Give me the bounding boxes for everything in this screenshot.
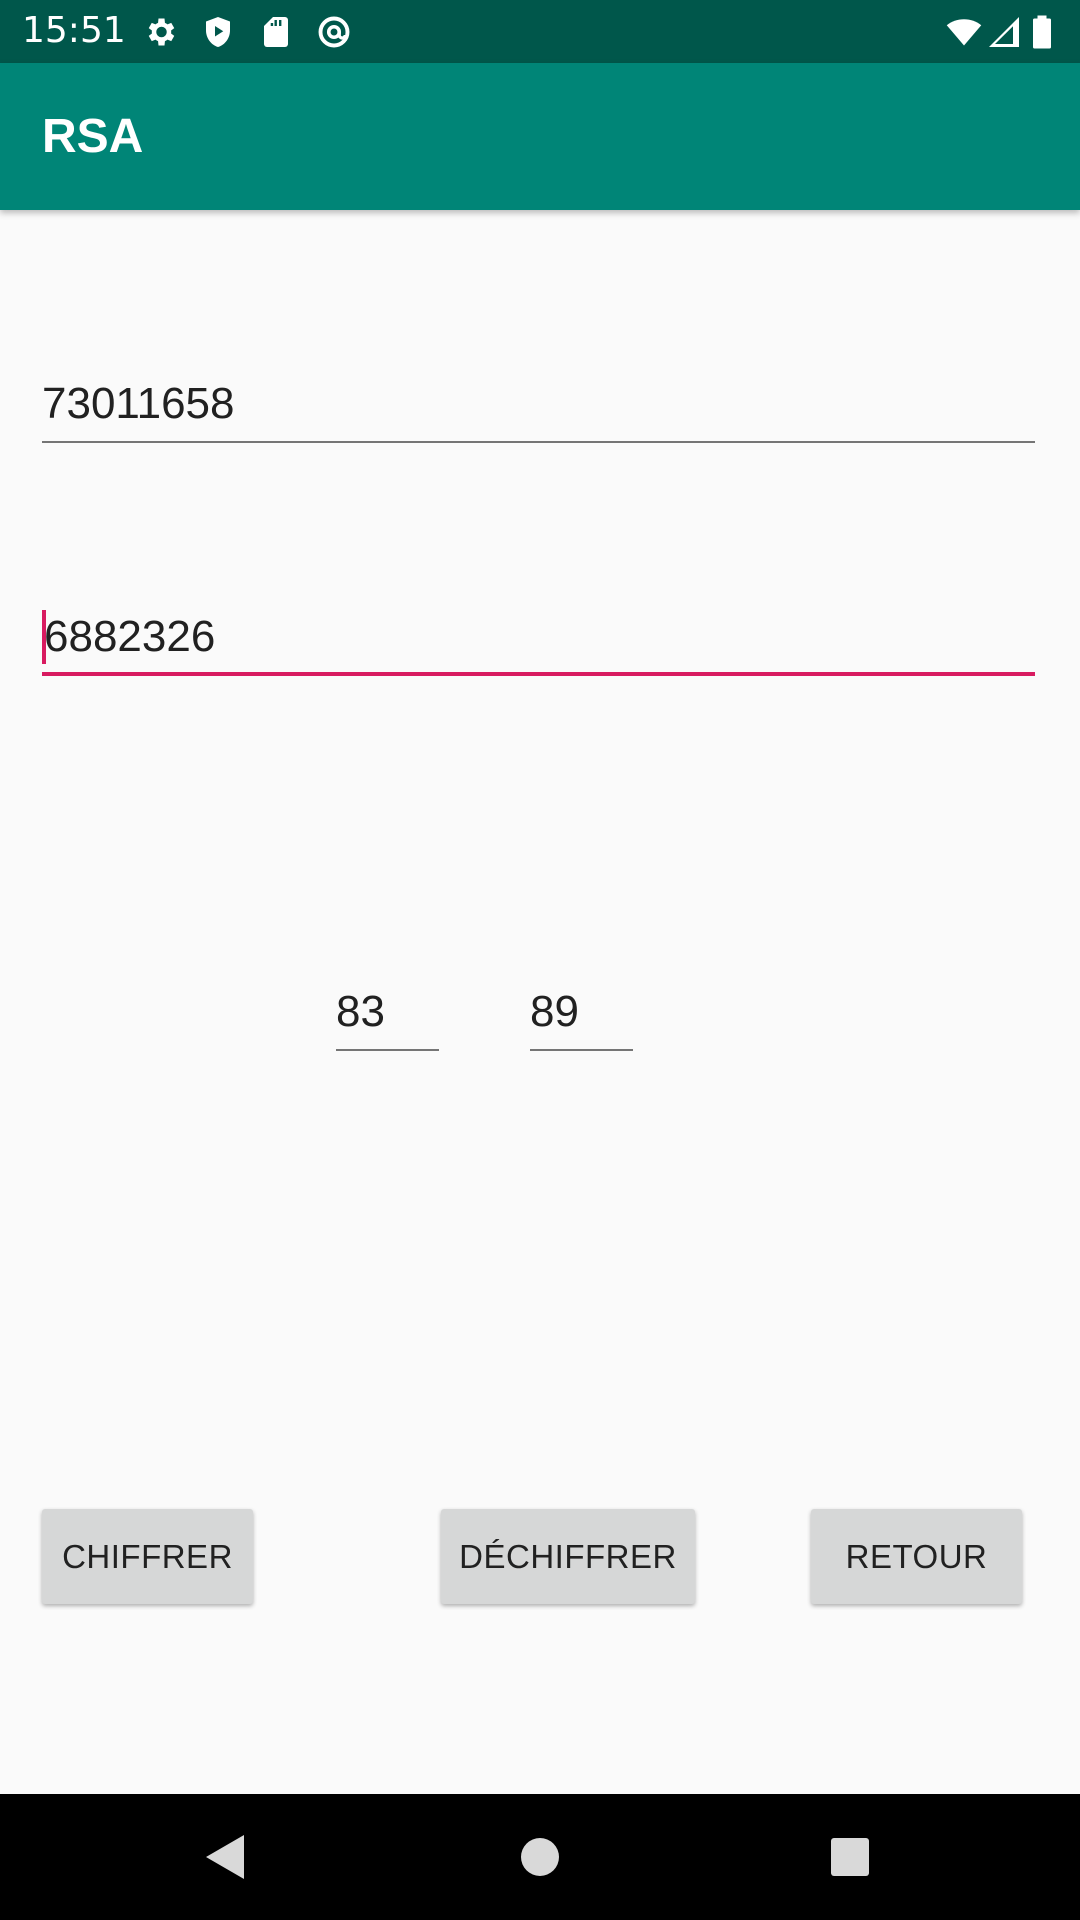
shield-play-icon [200,14,236,50]
field-3-underline [336,1049,439,1051]
decrypt-button[interactable]: DÉCHIFFRER [441,1509,695,1604]
field-3-value: 83 [336,987,385,1036]
back-triangle-icon[interactable] [196,1827,256,1887]
gear-icon [142,14,178,50]
sd-card-icon [258,14,294,50]
number-field-1[interactable]: 73011658 [42,373,1035,443]
field-1-value: 73011658 [42,379,235,428]
recents-square-icon[interactable] [820,1827,880,1887]
signal-icon [986,14,1022,50]
battery-icon [1030,14,1054,50]
field-1-underline [42,441,1035,443]
field-2-underline [42,672,1035,676]
status-bar: 15:51 [0,0,1080,63]
at-sign-icon [316,14,352,50]
field-4-underline [530,1049,633,1051]
field-4-value: 89 [530,987,579,1036]
number-field-3[interactable]: 83 [336,981,439,1051]
number-field-2[interactable]: 6882326 [42,606,1035,676]
number-field-4[interactable]: 89 [530,981,633,1051]
navigation-bar [0,1794,1080,1920]
back-button[interactable]: RETOUR [811,1509,1022,1604]
encrypt-button[interactable]: CHIFFRER [42,1509,253,1604]
wifi-icon [946,14,982,50]
app-bar: RSA [0,63,1080,210]
status-time: 15:51 [22,10,126,51]
app-title: RSA [42,110,144,163]
home-circle-icon[interactable] [510,1827,570,1887]
field-2-value: 6882326 [44,612,216,661]
